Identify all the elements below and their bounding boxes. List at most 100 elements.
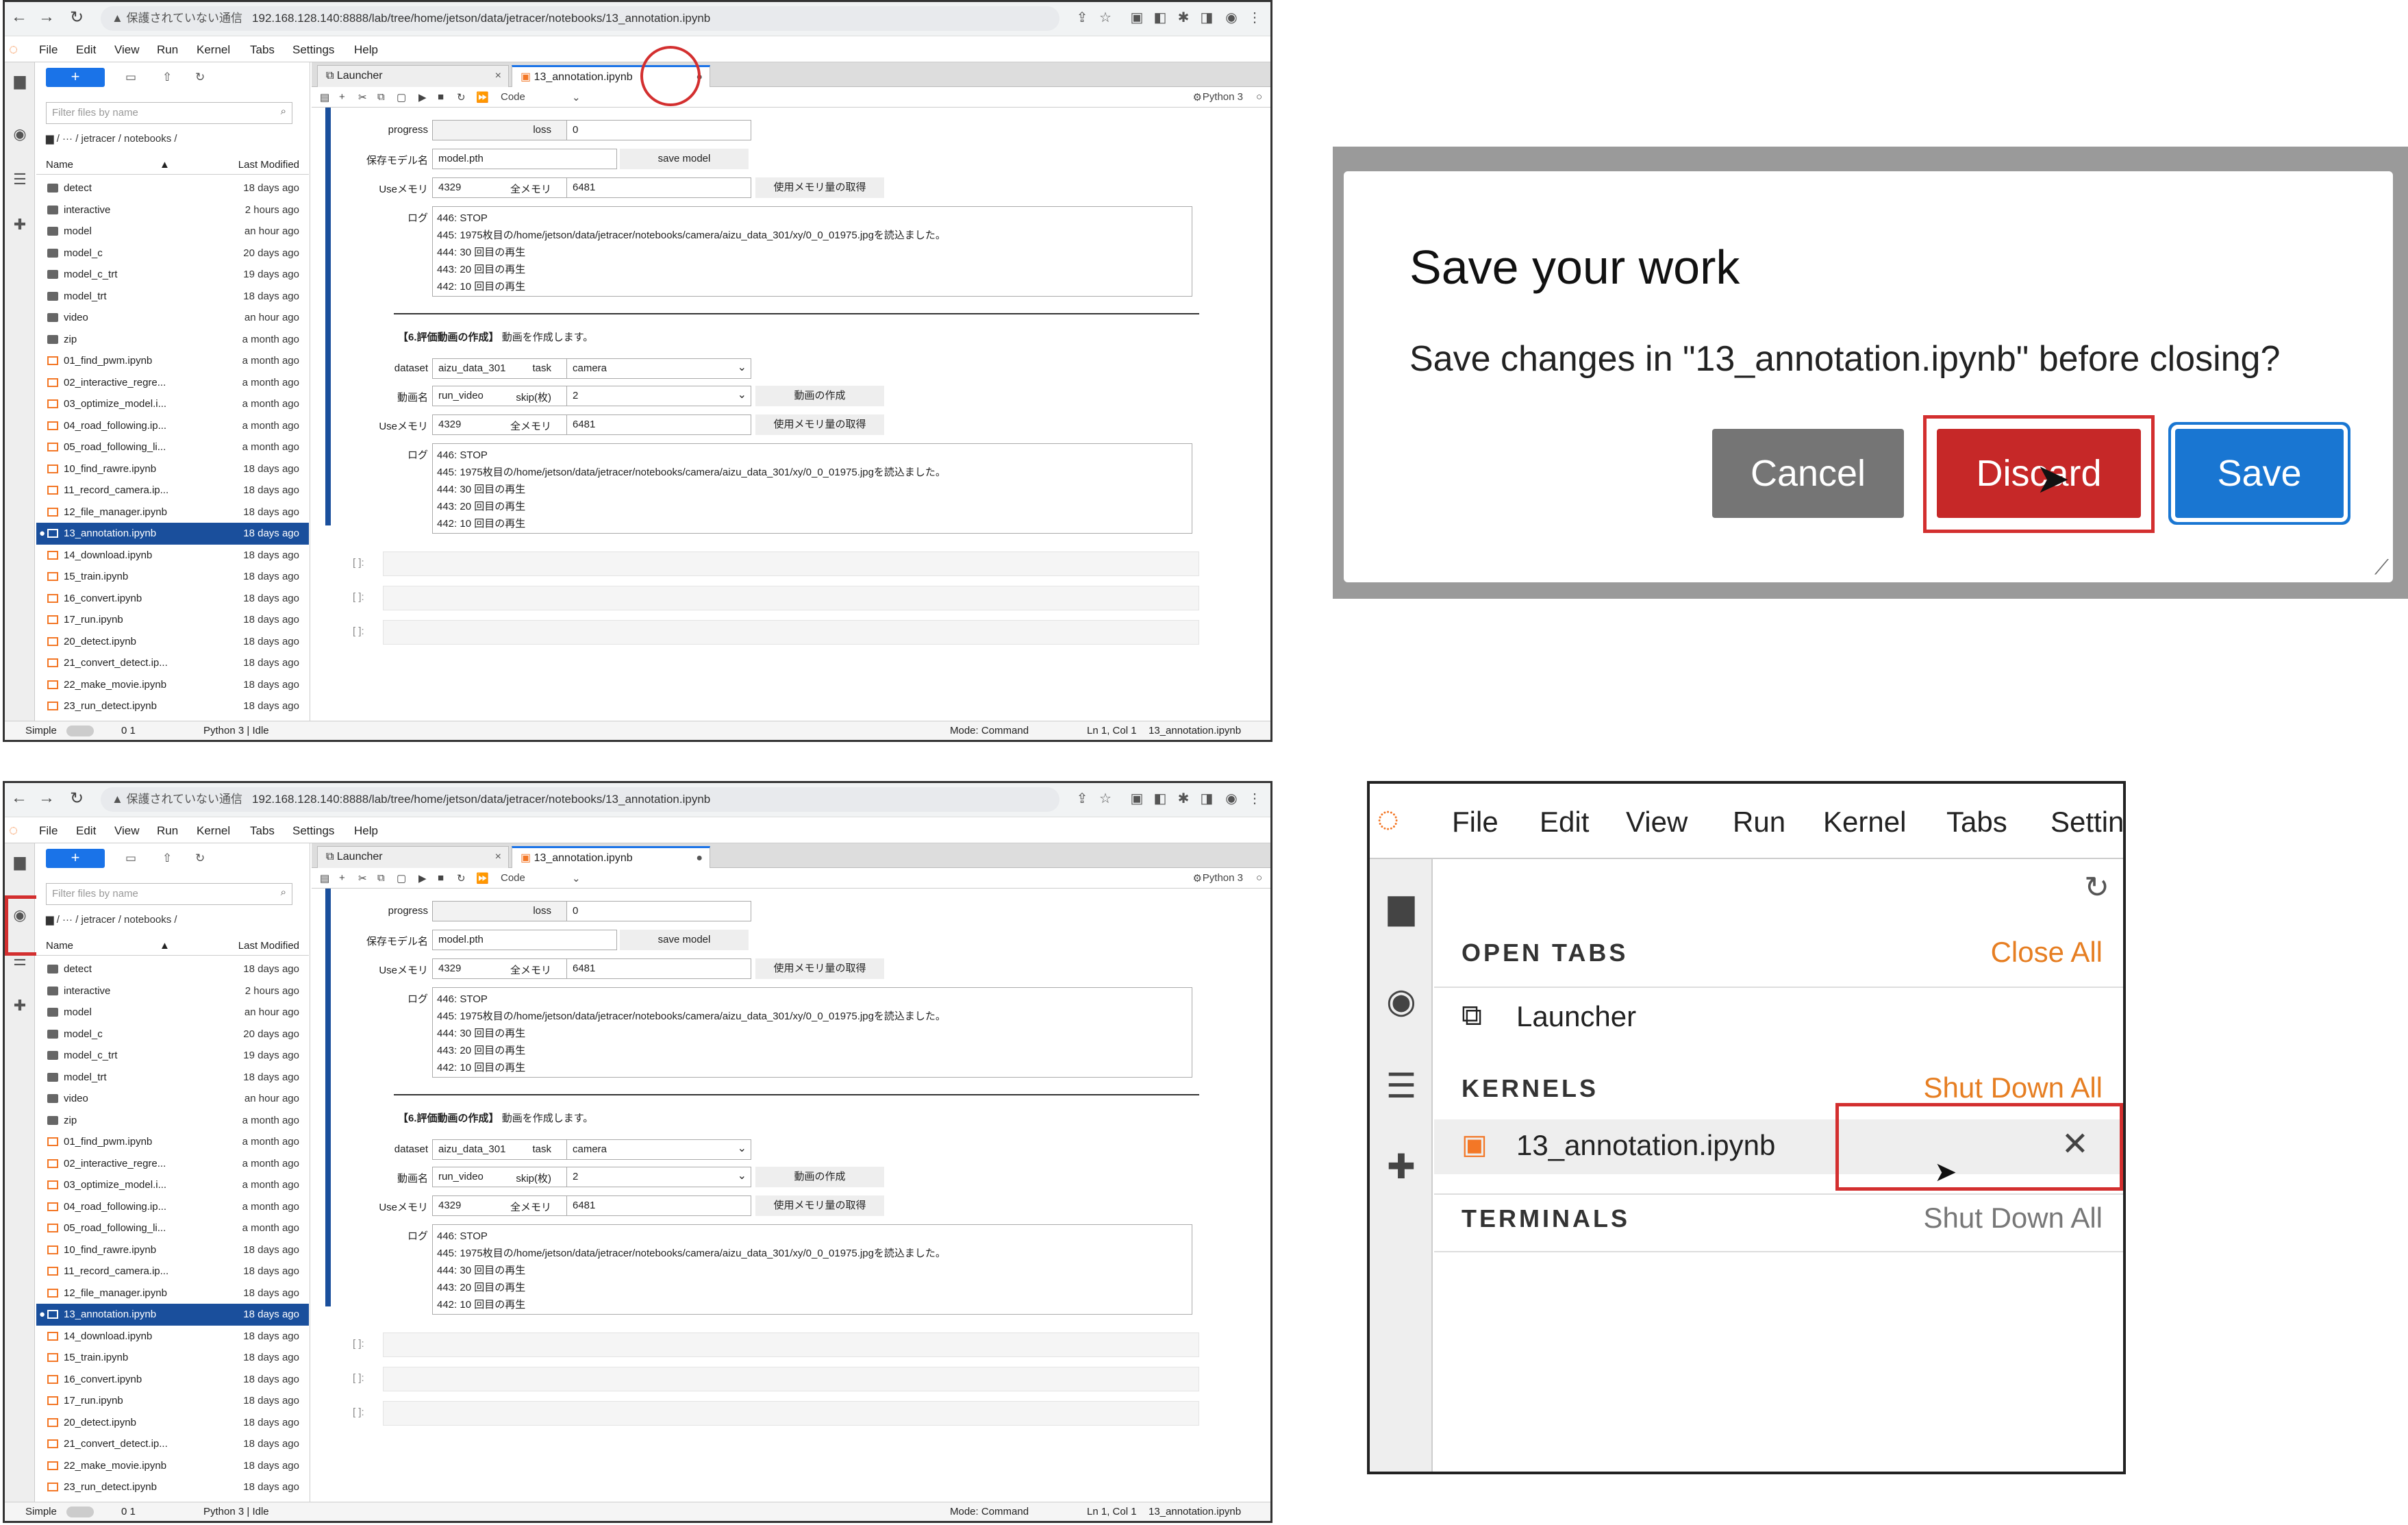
loss-field[interactable]: 0 — [566, 901, 751, 921]
open-tab-launcher[interactable]: Launcher — [1516, 1000, 1636, 1033]
file-row[interactable]: 11_record_camera.ip... 18 days ago — [36, 1261, 309, 1282]
file-row[interactable]: 21_convert_detect.ip... 18 days ago — [36, 652, 309, 674]
extension-icon[interactable]: ◧ — [1151, 9, 1169, 27]
menu-settings[interactable]: Settings — [292, 824, 334, 838]
extensions-icon[interactable]: ✚ — [1379, 1147, 1423, 1191]
save-model-button[interactable]: save model — [620, 930, 749, 950]
file-row[interactable]: 20_detect.ipynb 18 days ago — [36, 1412, 309, 1434]
stop-icon[interactable]: ■ — [438, 872, 444, 884]
cell-input[interactable] — [383, 1332, 1199, 1357]
run-all-icon[interactable]: ⏩ — [476, 872, 489, 884]
puzzle-icon[interactable]: ✱ — [1175, 9, 1192, 27]
resize-grip-icon[interactable]: ⟋ — [2374, 556, 2389, 580]
menu-kernel[interactable]: Kernel — [197, 824, 230, 838]
kernel-name[interactable]: Python 3 — [1203, 91, 1243, 103]
copy-icon[interactable]: ⧉ — [377, 872, 385, 884]
empty-code-cell[interactable]: [ ]: — [353, 1332, 1199, 1357]
extension-icon[interactable]: ▣ — [1128, 790, 1146, 808]
file-row[interactable]: 02_interactive_regre... a month ago — [36, 372, 309, 394]
file-row[interactable]: 04_road_following.ip... a month ago — [36, 1196, 309, 1218]
file-row[interactable]: 14_download.ipynb 18 days ago — [36, 545, 309, 567]
file-row[interactable]: zip a month ago — [36, 329, 309, 351]
file-row[interactable]: 01_find_pwm.ipynb a month ago — [36, 350, 309, 372]
menu-edit[interactable]: Edit — [1540, 806, 1589, 839]
extension-icon[interactable]: ◧ — [1151, 790, 1169, 808]
empty-code-cell[interactable]: [ ]: — [353, 551, 1199, 576]
save-icon[interactable]: ▤ — [320, 91, 329, 103]
paste-icon[interactable]: ▢ — [397, 91, 406, 103]
modified-column-header[interactable]: Last Modified — [238, 159, 299, 171]
get-memory-button[interactable]: 使用メモリ量の取得 — [755, 1195, 884, 1216]
file-row[interactable]: 05_road_following_li... a month ago — [36, 436, 309, 458]
tab-notebook[interactable]: ▣ 13_annotation.ipynb ● — [512, 846, 710, 868]
file-row[interactable]: 23_run_detect.ipynb 18 days ago — [36, 1476, 309, 1498]
menu-run[interactable]: Run — [1733, 806, 1785, 839]
cell-input[interactable] — [383, 1401, 1199, 1426]
name-column-header[interactable]: Name — [46, 159, 73, 171]
menu-run[interactable]: Run — [157, 824, 178, 838]
file-row[interactable]: 01_find_pwm.ipynb a month ago — [36, 1131, 309, 1153]
model-name-field[interactable]: model.pth — [432, 149, 617, 169]
address-bar[interactable]: ▲ 保護されていない通信 192.168.128.140:8888/lab/tre… — [101, 6, 1059, 31]
upload-icon[interactable]: ⇧ — [162, 71, 172, 84]
upload-icon[interactable]: ⇧ — [162, 852, 172, 865]
total-mem-field[interactable]: 6481 — [566, 958, 751, 979]
get-memory-button[interactable]: 使用メモリ量の取得 — [755, 958, 884, 979]
menu-file[interactable]: File — [39, 824, 58, 838]
debug-icon[interactable]: ⚙ — [1193, 91, 1202, 103]
menu-view[interactable]: View — [1626, 806, 1688, 839]
menu-kernel[interactable]: Kernel — [197, 43, 230, 57]
new-launcher-button[interactable]: + — [46, 849, 105, 868]
make-video-button[interactable]: 動画の作成 — [755, 1167, 884, 1187]
get-memory-button[interactable]: 使用メモリ量の取得 — [755, 177, 884, 198]
empty-code-cell[interactable]: [ ]: — [353, 620, 1199, 645]
back-icon[interactable]: ← — [9, 8, 29, 27]
save-model-button[interactable]: save model — [620, 149, 749, 169]
kernel-name[interactable]: Python 3 — [1203, 872, 1243, 884]
cancel-button[interactable]: Cancel — [1712, 429, 1904, 518]
file-row[interactable]: zip a month ago — [36, 1110, 309, 1132]
file-row[interactable]: 10_find_rawre.ipynb 18 days ago — [36, 1239, 309, 1261]
file-row[interactable]: 12_file_manager.ipynb 18 days ago — [36, 1282, 309, 1304]
browser-menu-icon[interactable]: ⋮ — [1246, 790, 1264, 808]
file-row[interactable]: 14_download.ipynb 18 days ago — [36, 1326, 309, 1348]
refresh-icon[interactable]: ↻ — [195, 71, 205, 84]
file-row[interactable]: 11_record_camera.ip... 18 days ago — [36, 480, 309, 501]
save-button[interactable]: Save — [2175, 429, 2344, 518]
menu-kernel[interactable]: Kernel — [1823, 806, 1906, 839]
file-row[interactable]: 21_convert_detect.ip... 18 days ago — [36, 1433, 309, 1455]
file-row[interactable]: 22_make_movie.ipynb 18 days ago — [36, 674, 309, 696]
log-textarea[interactable]: 446: STOP 445: 1975枚目の/home/jetson/data/j… — [432, 1224, 1192, 1315]
menu-help[interactable]: Help — [354, 824, 378, 838]
file-row[interactable]: model_c 20 days ago — [36, 243, 309, 264]
simple-mode-toggle[interactable] — [66, 726, 94, 736]
file-row[interactable]: model_c_trt 19 days ago — [36, 1045, 309, 1067]
refresh-icon[interactable]: ↻ — [2084, 870, 2109, 905]
modified-column-header[interactable]: Last Modified — [238, 940, 299, 952]
file-row[interactable]: interactive 2 hours ago — [36, 980, 309, 1002]
file-row[interactable]: 02_interactive_regre... a month ago — [36, 1153, 309, 1175]
restart-icon[interactable]: ↻ — [457, 872, 466, 884]
stop-icon[interactable]: ■ — [438, 91, 444, 103]
menu-settings[interactable]: Settin — [2050, 806, 2123, 839]
breadcrumb[interactable]: ▆ / ··· / jetracer / notebooks / — [46, 132, 177, 145]
menu-file[interactable]: File — [39, 43, 58, 57]
get-memory-button[interactable]: 使用メモリ量の取得 — [755, 414, 884, 435]
name-column-header[interactable]: Name — [46, 940, 73, 952]
cell-input[interactable] — [383, 586, 1199, 610]
reload-icon[interactable]: ↻ — [66, 789, 87, 808]
file-row[interactable]: 16_convert.ipynb 18 days ago — [36, 1369, 309, 1391]
menu-help[interactable]: Help — [354, 43, 378, 57]
menu-run[interactable]: Run — [157, 43, 178, 57]
copy-icon[interactable]: ⧉ — [377, 91, 385, 103]
run-all-icon[interactable]: ⏩ — [476, 91, 489, 103]
run-icon[interactable]: ▶ — [418, 872, 427, 884]
share-icon[interactable]: ⇪ — [1073, 790, 1091, 808]
run-icon[interactable]: ▶ — [418, 91, 427, 103]
cell-input[interactable] — [383, 620, 1199, 645]
file-row[interactable]: 12_file_manager.ipynb 18 days ago — [36, 501, 309, 523]
menu-tabs[interactable]: Tabs — [250, 43, 275, 57]
menu-view[interactable]: View — [114, 43, 140, 57]
cell-type-select[interactable]: Code — [501, 872, 525, 884]
cell-input[interactable] — [383, 551, 1199, 576]
